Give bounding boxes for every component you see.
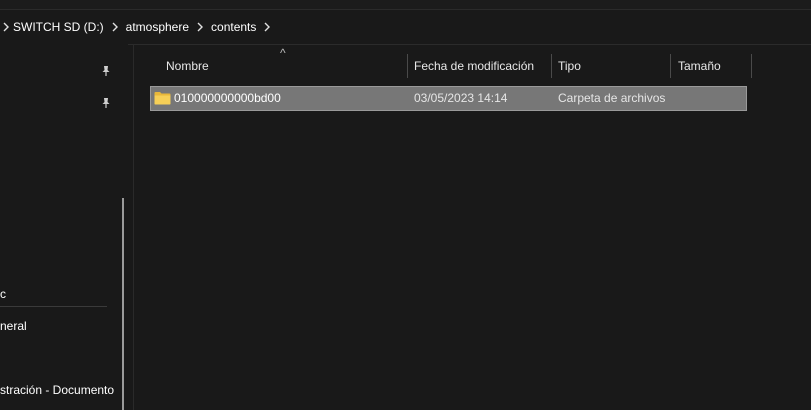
pin-icon[interactable] (100, 64, 112, 76)
file-name[interactable]: 010000000000bd00 (174, 87, 281, 110)
column-size[interactable]: Tamaño (672, 52, 750, 80)
file-explorer-window: SWITCH SD (D:) atmosphere contents c ner… (0, 0, 811, 410)
nav-item[interactable]: c (0, 287, 6, 301)
pin-icon[interactable] (100, 96, 112, 108)
column-name[interactable]: Nombre (160, 52, 408, 80)
navigation-pane: c neral stración - Documento (0, 44, 128, 410)
column-divider[interactable] (670, 54, 671, 78)
file-row[interactable]: 010000000000bd00 03/05/2023 14:14 Carpet… (150, 86, 747, 111)
column-type[interactable]: Tipo (552, 52, 670, 80)
title-strip (0, 0, 811, 9)
breadcrumb-item-drive[interactable]: SWITCH SD (D:) (12, 20, 105, 34)
nav-divider (0, 306, 107, 307)
file-type: Carpeta de archivos (558, 91, 666, 105)
folder-icon (154, 91, 171, 105)
column-header: ^ Nombre Fecha de modificación Tipo Tama… (150, 46, 752, 80)
nav-item[interactable]: stración - Documento (0, 383, 114, 397)
chevron-right-icon[interactable] (105, 22, 125, 32)
file-date: 03/05/2023 14:14 (414, 91, 508, 105)
chevron-right-icon[interactable] (190, 22, 210, 32)
breadcrumb-item-contents[interactable]: contents (210, 20, 257, 34)
nav-item[interactable]: neral (0, 319, 27, 333)
pane-splitter[interactable] (133, 44, 134, 410)
breadcrumb-item-atmosphere[interactable]: atmosphere (125, 20, 190, 34)
nav-scrollbar[interactable] (122, 198, 124, 410)
chevron-right-icon[interactable] (257, 22, 277, 32)
column-divider[interactable] (751, 54, 752, 78)
chevron-right-icon[interactable] (0, 22, 12, 32)
column-date[interactable]: Fecha de modificación (408, 52, 551, 80)
breadcrumb[interactable]: SWITCH SD (D:) atmosphere contents (0, 9, 811, 45)
